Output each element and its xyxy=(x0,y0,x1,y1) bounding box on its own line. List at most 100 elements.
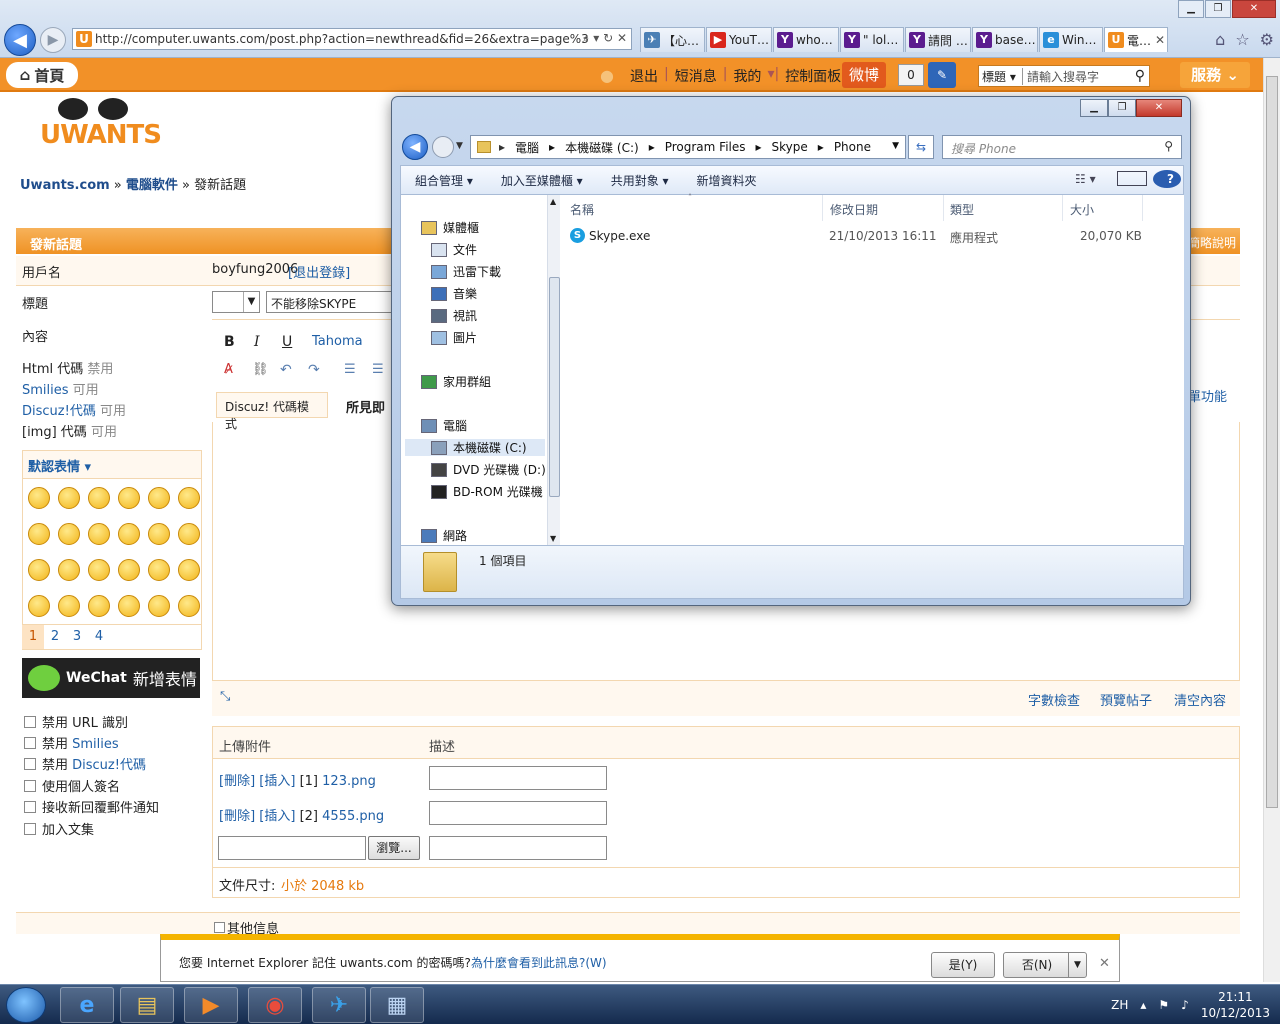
emoticon-icon[interactable] xyxy=(118,523,140,545)
service-button[interactable]: 服務 ⌄ xyxy=(1180,62,1250,88)
tab-7[interactable]: e Win… xyxy=(1039,27,1103,52)
path-segment[interactable]: Skype xyxy=(772,140,808,154)
discuz-link[interactable]: Discuz!代碼 xyxy=(22,404,96,419)
path-segment[interactable]: 本機磁碟 (C:) xyxy=(565,139,639,156)
nav-item[interactable]: 媒體櫃 xyxy=(421,219,479,236)
ordered-list-icon[interactable]: ☰ xyxy=(344,362,356,377)
ie-taskbar-icon[interactable]: e xyxy=(60,987,114,1023)
logout-link[interactable]: 退出 xyxy=(630,66,658,86)
wysiwyg-mode-tab[interactable]: 所見即 xyxy=(338,392,398,418)
view-options-icon[interactable]: ☷ ▾ xyxy=(1061,172,1110,186)
uwants-logo[interactable]: UWANTS xyxy=(40,98,162,158)
option-disable-discuz[interactable]: 禁用 Discuz!代碼 xyxy=(24,754,146,773)
show-hidden-icons-icon[interactable]: ▴ xyxy=(1140,998,1146,1012)
option-email-notify[interactable]: 接收新回覆郵件通知 xyxy=(24,797,159,816)
checkbox[interactable] xyxy=(24,800,36,813)
clear-format-icon[interactable]: A̷ xyxy=(224,362,233,377)
weibo-button[interactable]: 微博 xyxy=(842,62,886,88)
emoticon-icon[interactable] xyxy=(178,523,200,545)
option-disable-smilies[interactable]: 禁用 Smilies xyxy=(24,733,119,752)
recent-pages-icon[interactable]: ▼ xyxy=(456,141,463,151)
column-separator[interactable] xyxy=(943,195,944,221)
column-separator[interactable] xyxy=(1142,195,1143,221)
refresh-icon[interactable]: ⇆ xyxy=(908,135,934,159)
help-link[interactable]: 簡略說明 xyxy=(1188,234,1236,251)
tab-2[interactable]: ▶ YouT… xyxy=(706,27,772,52)
nav-item[interactable]: 網路 xyxy=(421,527,467,544)
bold-icon[interactable]: B xyxy=(224,334,235,350)
emoticon-icon[interactable] xyxy=(148,595,170,617)
breadcrumb-forum[interactable]: 電腦軟件 xyxy=(126,178,178,193)
simple-function-link[interactable]: 單功能 xyxy=(1188,386,1227,405)
home-button[interactable]: ⌂ 首頁 xyxy=(6,62,78,88)
emoticon-icon[interactable] xyxy=(118,559,140,581)
wechat-banner[interactable]: WeChat 新增表情 xyxy=(22,658,200,698)
emoticon-icon[interactable] xyxy=(178,487,200,509)
undo-icon[interactable]: ↶ xyxy=(280,362,292,378)
no-dropdown-icon[interactable]: ▼ xyxy=(1068,953,1086,977)
tab-8-active[interactable]: U 電… ✕ xyxy=(1104,27,1168,52)
redo-icon[interactable]: ↷ xyxy=(308,362,320,378)
page-scrollbar[interactable] xyxy=(1263,58,1280,982)
nav-item[interactable]: 音樂 xyxy=(431,285,477,302)
preview-button[interactable]: 預覽帖子 xyxy=(1100,690,1152,709)
control-panel-taskbar-icon[interactable]: ▦ xyxy=(370,987,424,1023)
organize-menu[interactable]: 組合管理 ▾ xyxy=(401,172,487,189)
emote-page-3[interactable]: 3 xyxy=(66,629,88,644)
explorer-search-input[interactable]: 搜尋 Phone ⚲ xyxy=(942,135,1182,159)
nav-item[interactable]: BD-ROM 光碟機 xyxy=(431,483,543,500)
no-button[interactable]: 否(N) ▼ xyxy=(1003,952,1087,978)
path-segment[interactable]: Phone xyxy=(834,140,871,154)
emoticon-icon[interactable] xyxy=(88,487,110,509)
attachment-filename[interactable]: 123.png xyxy=(322,774,376,789)
emoticon-icon[interactable] xyxy=(28,523,50,545)
home-icon[interactable]: ⌂ xyxy=(1215,30,1225,49)
emoticon-icon[interactable] xyxy=(148,559,170,581)
checkbox[interactable] xyxy=(24,757,36,770)
checkbox[interactable] xyxy=(24,822,36,835)
add-to-library-menu[interactable]: 加入至媒體櫃 ▾ xyxy=(487,172,597,189)
search-icon[interactable]: ⚲ xyxy=(1135,68,1149,84)
search-icon[interactable]: ⚲ xyxy=(1164,139,1173,153)
delete-attachment-link[interactable]: [刪除] xyxy=(219,809,255,824)
address-bar[interactable]: U http://computer.uwants.com/post.php?ac… xyxy=(72,28,632,50)
column-date[interactable]: 修改日期 xyxy=(830,201,878,218)
path-dropdown-icon[interactable]: ▼ xyxy=(892,141,899,151)
help-icon[interactable]: ? xyxy=(1153,170,1181,188)
tab-5[interactable]: Y 請問 … xyxy=(905,27,971,52)
attachment-desc-input-1[interactable] xyxy=(429,766,607,790)
option-add-collection[interactable]: 加入文集 xyxy=(24,819,94,838)
emoticon-icon[interactable] xyxy=(58,487,80,509)
emote-page-2[interactable]: 2 xyxy=(44,629,66,644)
explorer-forward-button[interactable] xyxy=(432,136,454,158)
browse-button[interactable]: 瀏覽... xyxy=(368,836,420,860)
close-notification-icon[interactable]: ✕ xyxy=(1099,956,1110,971)
explorer-minimize-button[interactable]: ▁ xyxy=(1080,99,1108,117)
explorer-close-button[interactable]: ✕ xyxy=(1136,99,1182,117)
column-separator[interactable] xyxy=(822,195,823,221)
emoticon-icon[interactable] xyxy=(58,595,80,617)
search-input[interactable]: 請輸入搜尋字 xyxy=(1023,68,1135,85)
clock[interactable]: 21:11 10/12/2013 xyxy=(1201,989,1270,1021)
option-link[interactable]: Discuz!代碼 xyxy=(72,758,146,773)
emoticon-icon[interactable] xyxy=(28,487,50,509)
option-link[interactable]: Smilies xyxy=(72,737,119,752)
path-segment[interactable]: Program Files xyxy=(665,140,746,154)
settings-gear-icon[interactable]: ⚙ xyxy=(1260,30,1274,49)
nav-pane-scrollbar[interactable]: ▲ ▼ xyxy=(547,195,561,545)
emoticon-icon[interactable] xyxy=(58,559,80,581)
start-button[interactable] xyxy=(6,987,46,1023)
nav-item[interactable]: 文件 xyxy=(431,241,477,258)
link-icon[interactable]: ⛓ xyxy=(252,362,269,377)
underline-icon[interactable]: U xyxy=(282,334,292,350)
option-signature[interactable]: 使用個人簽名 xyxy=(24,776,120,795)
emoticon-icon[interactable] xyxy=(28,559,50,581)
notification-count[interactable]: 0 xyxy=(898,64,924,86)
breadcrumb-site[interactable]: Uwants.com xyxy=(20,178,110,193)
nav-item[interactable]: 迅雷下載 xyxy=(431,263,501,280)
attachment-desc-input-2[interactable] xyxy=(429,801,607,825)
checkbox[interactable] xyxy=(24,736,36,749)
nav-item[interactable]: 本機磁碟 (C:) xyxy=(405,439,545,456)
chrome-taskbar-icon[interactable]: ◉ xyxy=(248,987,302,1023)
language-indicator[interactable]: ZH xyxy=(1111,998,1128,1012)
